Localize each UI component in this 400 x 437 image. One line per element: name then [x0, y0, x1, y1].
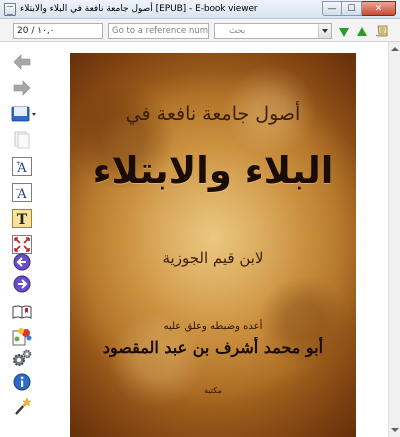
window-title: أصول جامعة نافعة في البلاء والابتلاء [EP… — [20, 4, 258, 14]
text-t-icon: T — [12, 208, 32, 228]
title-bar: أصول جامعة نافعة في البلاء والابتلاء [EP… — [0, 0, 400, 19]
app-icon — [4, 2, 16, 16]
top-toolbar: 20 / ١٠,٠ Go to a reference number... بح… — [0, 19, 400, 42]
inspector-button[interactable] — [12, 396, 32, 416]
vertical-scrollbar[interactable] — [388, 42, 400, 437]
publisher-mark: مكتبة — [204, 386, 222, 395]
book-author: لابن قيم الجوزية — [162, 249, 264, 267]
fullscreen-icon — [12, 234, 32, 254]
bookmark-icon — [11, 106, 36, 122]
scroll-up-arrow-icon[interactable] — [391, 47, 399, 51]
book-view[interactable]: أصول جامعة نافعة في البلاء والابتلاء لاب… — [38, 42, 388, 437]
maximize-button[interactable]: ☐ — [342, 1, 362, 16]
close-button[interactable]: ✕ — [362, 1, 396, 16]
font-smaller-button[interactable]: A − — [12, 182, 32, 202]
book-icon — [12, 305, 32, 319]
find-next-icon[interactable] — [339, 28, 349, 37]
scroll-down-arrow-icon[interactable] — [391, 428, 399, 432]
book-editor: أبو محمد أشرف بن عبد المقصود — [102, 338, 324, 357]
next-page-button[interactable] — [12, 274, 32, 294]
copy-page-icon — [14, 131, 30, 149]
theme-button[interactable] — [12, 326, 32, 346]
forward-arrow-icon — [13, 80, 31, 96]
info-icon — [13, 373, 31, 391]
previous-circle-icon — [13, 253, 31, 271]
search-box[interactable]: بحث — [214, 23, 332, 39]
reference-mode-button[interactable] — [12, 302, 32, 322]
page-number-input[interactable]: 20 / ١٠,٠ — [13, 23, 103, 39]
side-toolbar: A + A − T — [0, 42, 38, 437]
back-arrow-icon — [13, 54, 31, 70]
next-circle-icon — [13, 275, 31, 293]
svg-text:+: + — [16, 160, 21, 167]
search-placeholder: بحث — [229, 26, 246, 36]
font-size-increase-icon: A + — [12, 156, 32, 176]
scroll-icon[interactable] — [375, 24, 389, 37]
gears-icon — [13, 349, 32, 366]
svg-text:T: T — [17, 212, 28, 228]
font-size-decrease-icon: A − — [12, 182, 32, 202]
search-dropdown-button[interactable] — [318, 24, 331, 38]
previous-page-button[interactable] — [12, 252, 32, 272]
reference-input[interactable]: Go to a reference number... — [108, 23, 209, 39]
book-subtitle: أصول جامعة نافعة في — [125, 103, 301, 125]
svg-text:−: − — [15, 186, 20, 193]
minimize-button[interactable]: — — [322, 1, 342, 16]
fullscreen-button[interactable] — [12, 234, 32, 254]
forward-button[interactable] — [12, 78, 32, 98]
chevron-down-icon — [322, 29, 328, 33]
book-title: البلاء والابتلاء — [92, 149, 334, 192]
editor-label: أعده وضبطه وعلق عليه — [163, 321, 263, 332]
find-previous-icon[interactable] — [357, 27, 367, 36]
magic-wand-icon — [15, 396, 32, 415]
window-controls: — ☐ ✕ — [322, 1, 396, 16]
color-palette-icon — [12, 327, 32, 345]
preferences-button[interactable] — [12, 348, 32, 368]
book-cover: أصول جامعة نافعة في البلاء والابتلاء لاب… — [70, 53, 356, 437]
font-larger-button[interactable]: A + — [12, 156, 32, 176]
back-button[interactable] — [12, 52, 32, 72]
copy-button[interactable] — [12, 130, 32, 150]
bookmarks-button[interactable] — [10, 104, 38, 124]
font-button[interactable]: T — [12, 208, 32, 228]
metadata-button[interactable] — [12, 372, 32, 392]
